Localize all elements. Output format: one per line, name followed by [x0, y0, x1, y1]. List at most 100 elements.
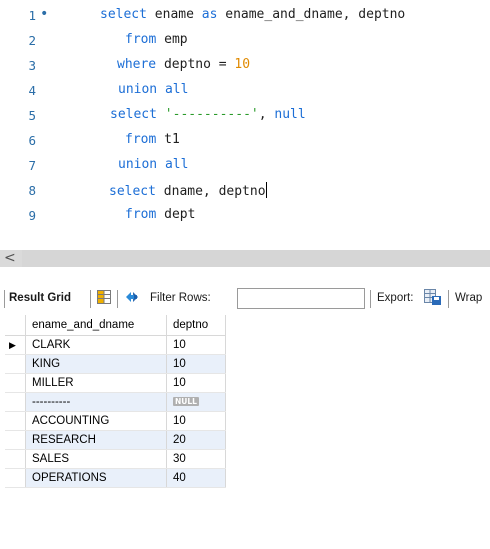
code-token: union all [118, 157, 189, 172]
row-selector[interactable]: ▶ [5, 335, 26, 355]
horizontal-scrollbar[interactable]: < [0, 250, 490, 267]
toolbar-divider [117, 290, 118, 308]
cell-deptno[interactable]: 10 [166, 335, 226, 355]
table-row[interactable]: ▶ CLARK 10 [5, 335, 226, 355]
filter-rows-label: Filter Rows: [150, 292, 211, 304]
cell-deptno[interactable]: 40 [166, 468, 226, 488]
line-number: 9 [28, 208, 36, 223]
result-grid-tab[interactable]: Result Grid [9, 292, 71, 304]
code-token: from [125, 207, 157, 222]
cell-deptno[interactable]: 30 [166, 449, 226, 469]
code-line[interactable]: 6 from t1 [0, 129, 490, 154]
row-selector[interactable] [5, 373, 26, 393]
code-text: select '----------', null [110, 107, 306, 122]
cell-deptno[interactable]: 10 [166, 411, 226, 431]
table-row[interactable]: SALES 30 [5, 449, 226, 469]
code-token: 10 [234, 57, 251, 72]
line-number: 5 [28, 108, 36, 123]
code-token: select [109, 184, 156, 199]
cell-ename-and-dname[interactable]: ACCOUNTING [25, 411, 167, 431]
table-row[interactable]: OPERATIONS 40 [5, 468, 226, 488]
cell-ename-and-dname[interactable]: ---------- [25, 392, 167, 412]
table-row[interactable]: RESEARCH 20 [5, 430, 226, 450]
code-token: ename_and_dname, deptno [217, 7, 406, 22]
code-token: emp [156, 32, 188, 47]
statement-marker-icon: • [40, 6, 49, 22]
code-line[interactable]: 5 select '----------', null [0, 104, 490, 129]
code-text: from dept [125, 207, 195, 222]
cell-deptno[interactable]: NULL [166, 392, 226, 412]
export-icon[interactable] [424, 289, 442, 306]
cell-ename-and-dname[interactable]: KING [25, 354, 167, 374]
code-token: t1 [156, 132, 180, 147]
code-text: select ename as ename_and_dname, deptno [100, 7, 405, 22]
toolbar-divider [370, 290, 371, 308]
row-selector-header[interactable] [5, 315, 26, 336]
row-selector[interactable] [5, 449, 26, 469]
code-token: select [100, 7, 147, 22]
row-selector[interactable] [5, 411, 26, 431]
line-number: 7 [28, 158, 36, 173]
table-row[interactable]: ACCOUNTING 10 [5, 411, 226, 431]
code-token: union all [118, 82, 189, 97]
cell-ename-and-dname[interactable]: SALES [25, 449, 167, 469]
code-text: union all [118, 157, 188, 172]
code-text: union all [118, 82, 188, 97]
null-badge: NULL [173, 397, 199, 407]
code-line[interactable]: 4 union all [0, 79, 490, 104]
scrollbar-track[interactable] [22, 250, 490, 267]
cell-deptno[interactable]: 10 [166, 373, 226, 393]
code-line[interactable]: 2 from emp [0, 29, 490, 54]
cell-deptno[interactable]: 10 [166, 354, 226, 374]
cell-ename-and-dname[interactable]: MILLER [25, 373, 167, 393]
code-line[interactable]: 7 union all [0, 154, 490, 179]
code-token: deptno = [156, 57, 235, 72]
cell-deptno[interactable]: 20 [166, 430, 226, 450]
line-number: 4 [28, 83, 36, 98]
result-toolbar: Result Grid Filter Rows: Export: Wrap [0, 286, 490, 312]
cell-ename-and-dname[interactable]: OPERATIONS [25, 468, 167, 488]
column-header-ename-and-dname[interactable]: ename_and_dname [25, 315, 167, 336]
sql-editor[interactable]: 1 • select ename as ename_and_dname, deptn… [0, 0, 490, 243]
table-row[interactable]: MILLER 10 [5, 373, 226, 393]
code-text: where deptno = 10 [117, 57, 250, 72]
cell-ename-and-dname[interactable]: CLARK [25, 335, 167, 355]
code-token: ename [146, 7, 202, 22]
scroll-left-arrow-icon[interactable]: < [4, 250, 16, 267]
cell-ename-and-dname[interactable]: RESEARCH [25, 430, 167, 450]
line-number: 3 [28, 58, 36, 73]
code-token: dept [156, 207, 196, 222]
code-token: null [274, 107, 306, 122]
result-grid[interactable]: ename_and_dname deptno ▶ CLARK 10 KING 10 MIL… [5, 315, 226, 488]
row-selector[interactable] [5, 392, 26, 412]
code-text: from t1 [125, 132, 180, 147]
export-label: Export: [377, 292, 414, 304]
code-text: from emp [125, 32, 188, 47]
filter-rows-input[interactable] [237, 288, 365, 309]
line-number: 1 [28, 8, 36, 23]
table-row[interactable]: ---------- NULL [5, 392, 226, 412]
refresh-icon[interactable] [124, 290, 140, 304]
grid-layout-icon[interactable] [97, 290, 111, 304]
code-token: from [125, 32, 157, 47]
current-row-arrow-icon: ▶ [9, 340, 16, 350]
code-token: where [117, 57, 157, 72]
row-selector[interactable] [5, 354, 26, 374]
code-line[interactable]: 3 where deptno = 10 [0, 54, 490, 79]
row-selector[interactable] [5, 430, 26, 450]
code-token: dname, deptno [155, 184, 266, 199]
toolbar-divider [448, 290, 449, 308]
code-token: from [125, 132, 157, 147]
code-text: select dname, deptno [109, 182, 267, 199]
line-number: 2 [28, 33, 36, 48]
code-line[interactable]: 1 • select ename as ename_and_dname, deptn… [0, 4, 490, 29]
code-token: , [258, 107, 275, 122]
row-selector[interactable] [5, 468, 26, 488]
table-row[interactable]: KING 10 [5, 354, 226, 374]
column-header-deptno[interactable]: deptno [166, 315, 226, 336]
code-line[interactable]: 8 select dname, deptno [0, 179, 490, 204]
line-number: 8 [28, 183, 36, 198]
wrap-label[interactable]: Wrap [455, 292, 482, 304]
code-line[interactable]: 9 from dept [0, 204, 490, 229]
